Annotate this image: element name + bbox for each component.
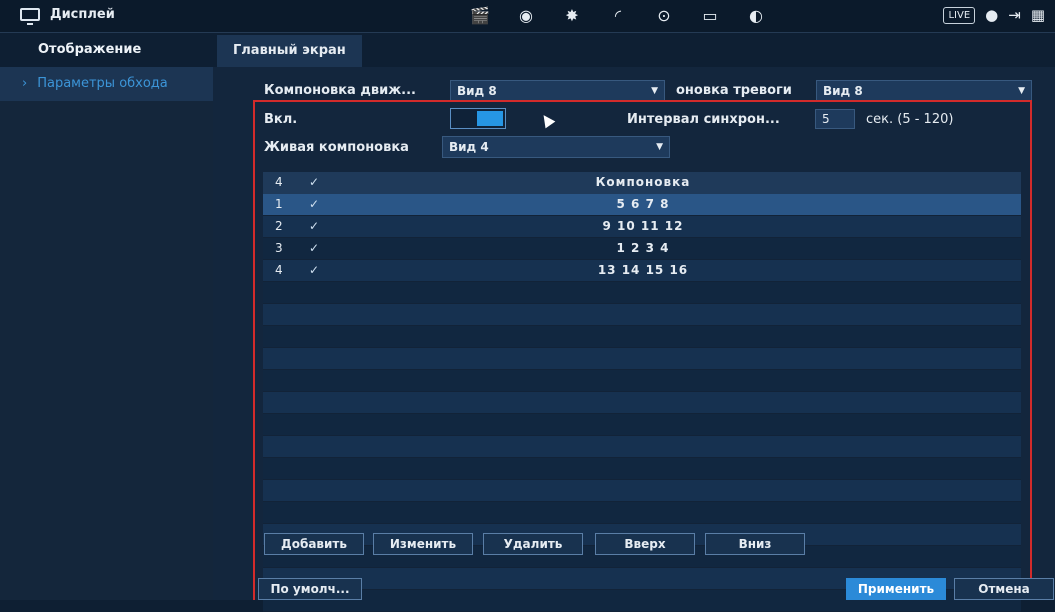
monitor-small-icon[interactable]: ▭	[700, 6, 720, 25]
delete-button[interactable]: Удалить	[483, 533, 583, 555]
logout-icon[interactable]: ⇥	[1008, 6, 1021, 24]
row-number: 4	[275, 263, 283, 277]
clapper-icon[interactable]: 🎬	[470, 6, 490, 25]
move-down-button[interactable]: Вниз	[705, 533, 805, 555]
enable-toggle[interactable]	[450, 108, 506, 129]
edit-button[interactable]: Изменить	[373, 533, 473, 555]
row-layout: 5 6 7 8	[616, 197, 670, 211]
row-checkbox[interactable]: ✓	[309, 197, 319, 211]
table-row-empty	[263, 458, 1021, 480]
table-row-empty	[263, 392, 1021, 414]
table-header: 4 ✓ Компоновка	[263, 172, 1021, 194]
table-row[interactable]: 3 ✓ 1 2 3 4	[263, 238, 1021, 260]
grid-icon[interactable]: ▦	[1031, 6, 1045, 24]
table-row-empty	[263, 304, 1021, 326]
row-layout: 9 10 11 12	[602, 219, 684, 233]
table-row-empty	[263, 436, 1021, 458]
row-checkbox[interactable]: ✓	[309, 241, 319, 255]
move-up-button[interactable]: Вверх	[595, 533, 695, 555]
header-layout: Компоновка	[595, 175, 691, 189]
top-bar: Дисплей 🎬 ◉ ✸ ◜ ⊙ ▭ ◐ LIVE ● ⇥ ▦	[0, 0, 1055, 33]
audio-icon[interactable]: ◐	[746, 6, 766, 25]
row-number: 1	[275, 197, 283, 211]
live-layout-select[interactable]: Вид 4 ▼	[442, 136, 670, 158]
table-row-empty	[263, 414, 1021, 436]
speed-icon[interactable]: ◜	[608, 6, 628, 25]
row-checkbox[interactable]: ✓	[309, 219, 319, 233]
table-row-empty	[263, 282, 1021, 304]
table-row[interactable]: 2 ✓ 9 10 11 12	[263, 216, 1021, 238]
motion-layout-select[interactable]: Вид 8 ▼	[450, 80, 665, 102]
table-row-empty	[263, 370, 1021, 392]
alarm-layout-value: Вид 8	[823, 84, 863, 98]
row-layout: 1 2 3 4	[616, 241, 670, 255]
table-row[interactable]: 1 ✓ 5 6 7 8	[263, 194, 1021, 216]
toolbar-icons: 🎬 ◉ ✸ ◜ ⊙ ▭ ◐	[470, 6, 766, 25]
default-button[interactable]: По умолч...	[258, 578, 362, 600]
table-row-empty	[263, 480, 1021, 502]
table-row-empty	[263, 502, 1021, 524]
user-icon[interactable]: ●	[985, 6, 998, 24]
monitor-icon	[20, 8, 40, 25]
row-number: 2	[275, 219, 283, 233]
live-layout-label: Живая компоновка	[264, 140, 409, 155]
table-row[interactable]: 4 ✓ 13 14 15 16	[263, 260, 1021, 282]
row-number: 3	[275, 241, 283, 255]
tab-main-screen[interactable]: Главный экран	[217, 35, 362, 67]
toggle-knob	[477, 111, 503, 126]
add-button[interactable]: Добавить	[264, 533, 364, 555]
title-text: Дисплей	[50, 7, 115, 22]
header-check[interactable]: ✓	[309, 175, 319, 189]
top-right-controls: LIVE ● ⇥ ▦	[943, 6, 1045, 24]
tab-bar: Главный экран	[213, 33, 1055, 67]
sidebar-item-display[interactable]: Отображение	[0, 33, 213, 67]
apply-button[interactable]: Применить	[846, 578, 946, 600]
cancel-button[interactable]: Отмена	[954, 578, 1054, 600]
live-button[interactable]: LIVE	[943, 6, 976, 24]
motion-layout-value: Вид 8	[457, 84, 497, 98]
sidebar: Отображение Параметры обхода	[0, 33, 213, 600]
sync-interval-input[interactable]: 5	[815, 109, 855, 129]
face-icon[interactable]: ◉	[516, 6, 536, 25]
motion-layout-label: Компоновка движ...	[264, 83, 416, 98]
record-icon[interactable]: ⊙	[654, 6, 674, 25]
sync-interval-unit: сек. (5 - 120)	[866, 112, 954, 127]
chevron-down-icon: ▼	[651, 86, 658, 96]
window-title: Дисплей	[20, 7, 115, 25]
table-row-empty	[263, 326, 1021, 348]
sync-interval-label: Интервал синхрон...	[627, 112, 780, 127]
chevron-down-icon: ▼	[1018, 86, 1025, 96]
header-count: 4	[275, 175, 283, 189]
row-layout: 13 14 15 16	[597, 263, 689, 277]
row-checkbox[interactable]: ✓	[309, 263, 319, 277]
live-layout-value: Вид 4	[449, 140, 489, 154]
alarm-layout-select[interactable]: Вид 8 ▼	[816, 80, 1032, 102]
alarm-icon[interactable]: ✸	[562, 6, 582, 25]
enable-label: Вкл.	[264, 112, 298, 127]
alarm-layout-label: оновка тревоги	[676, 83, 792, 98]
sidebar-item-tour[interactable]: Параметры обхода	[0, 67, 213, 101]
chevron-down-icon: ▼	[656, 142, 663, 152]
table-row-empty	[263, 348, 1021, 370]
